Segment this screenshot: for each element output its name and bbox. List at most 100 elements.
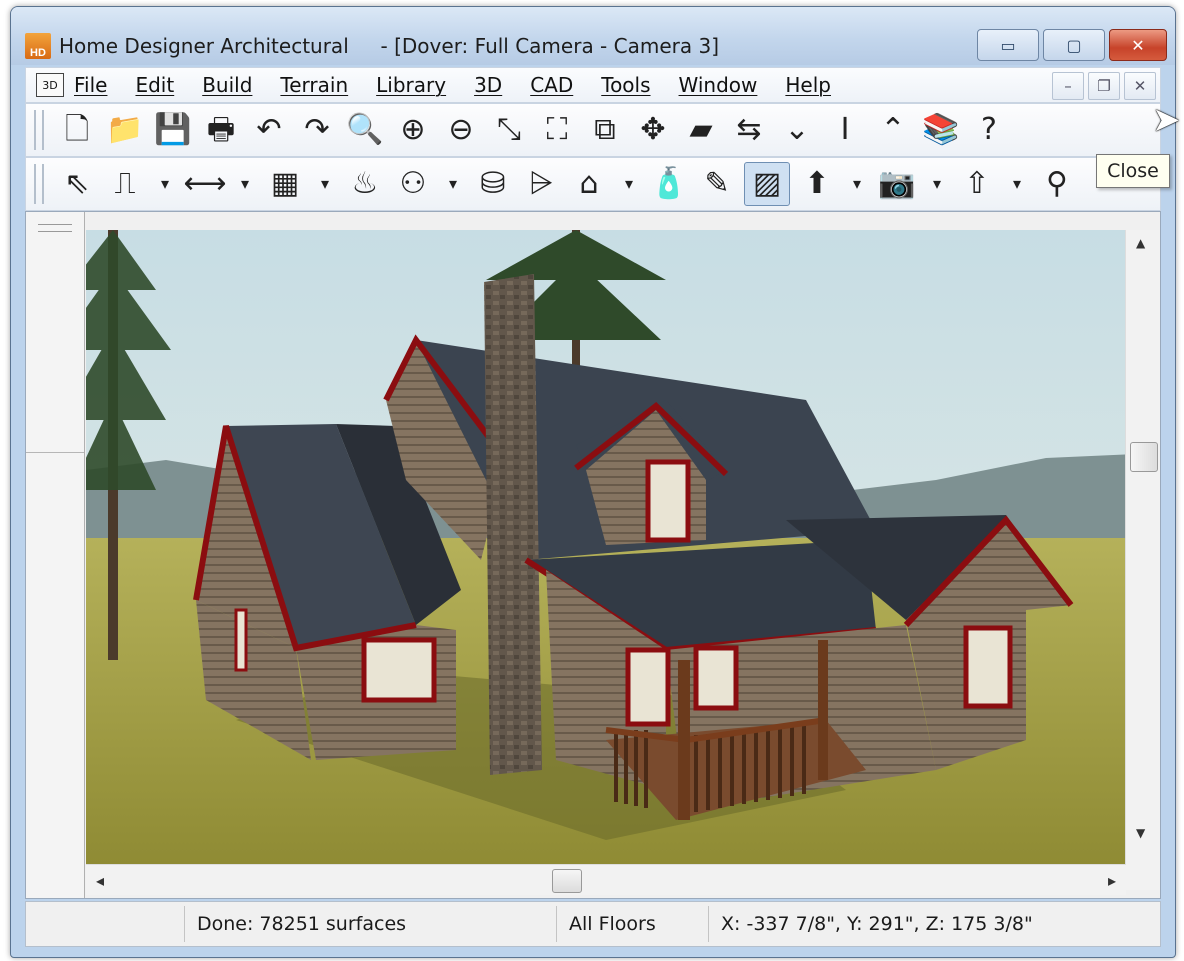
toolbar-grip[interactable] bbox=[34, 110, 44, 150]
menu-window[interactable]: Window bbox=[679, 73, 758, 97]
rendered-house-scene bbox=[86, 230, 1136, 864]
window-close-button[interactable]: ✕ bbox=[1109, 29, 1167, 61]
side-window bbox=[234, 608, 248, 672]
zoom-in-icon[interactable]: ⊕ bbox=[392, 109, 434, 151]
document-minimize-button[interactable]: – bbox=[1052, 72, 1084, 100]
menu-library[interactable]: Library bbox=[376, 73, 446, 97]
electrical-outlet-icon[interactable]: ⚇ bbox=[392, 163, 434, 205]
print-icon[interactable]: 🖶 bbox=[200, 109, 242, 151]
zoom-icon[interactable]: 🔍 bbox=[344, 109, 386, 151]
panel-grip[interactable] bbox=[38, 224, 72, 232]
title-bar[interactable]: HD Home Designer Architectural - [Dover:… bbox=[11, 7, 1175, 65]
mouse-pointer-icon: ➤ bbox=[1152, 100, 1181, 140]
window-title: Home Designer Architectural - [Dover: Fu… bbox=[59, 34, 719, 58]
document-close-button[interactable]: ✕ bbox=[1124, 72, 1156, 100]
redo-icon[interactable]: ↷ bbox=[296, 109, 338, 151]
fill-window-icon[interactable]: ⛶ bbox=[536, 109, 578, 151]
fireplace-icon[interactable]: ♨ bbox=[344, 163, 386, 205]
window-maximize-button[interactable]: ▢ bbox=[1043, 29, 1105, 61]
house-view-icon[interactable]: ⌂ bbox=[568, 163, 610, 205]
help-icon[interactable]: ? bbox=[968, 109, 1010, 151]
status-message: Done: 78251 surfaces bbox=[184, 906, 556, 942]
stone-chimney bbox=[484, 274, 542, 775]
undo-zoom-icon[interactable]: ⤡ bbox=[488, 109, 530, 151]
fill-window-building-icon[interactable]: ⧉ bbox=[584, 109, 626, 151]
dimension-icon[interactable]: ⟷ bbox=[184, 163, 227, 205]
dropdown-arrow-icon[interactable]: ▾ bbox=[440, 163, 466, 205]
right-window bbox=[963, 625, 1013, 709]
wall-tools-icon[interactable]: ⎍ bbox=[104, 163, 146, 205]
menu-cad[interactable]: CAD bbox=[530, 73, 573, 97]
vertical-scroll-thumb[interactable] bbox=[1130, 442, 1158, 472]
floor-down-icon[interactable]: ▰ bbox=[680, 109, 722, 151]
dropdown-arrow-icon[interactable]: ▾ bbox=[1004, 163, 1030, 205]
scroll-up-arrow-icon[interactable]: ▲ bbox=[1136, 236, 1145, 250]
close-tooltip: Close bbox=[1096, 154, 1170, 188]
eyedropper-icon[interactable]: ✎ bbox=[696, 163, 738, 205]
document-area: ▲ ▼ ◂ ▸ bbox=[25, 211, 1161, 899]
status-cell-empty bbox=[26, 906, 184, 942]
dropdown-arrow-icon[interactable]: ▾ bbox=[924, 163, 950, 205]
status-floors: All Floors bbox=[556, 906, 708, 942]
zoom-out-icon[interactable]: ⊖ bbox=[440, 109, 482, 151]
toolbar-grip[interactable] bbox=[34, 164, 44, 204]
library-icon[interactable]: 📚 bbox=[920, 109, 962, 151]
dropdown-arrow-icon[interactable]: ▾ bbox=[312, 163, 338, 205]
camera-tools-icon[interactable]: 📷 bbox=[876, 163, 918, 205]
cabinet-icon[interactable]: ▦ bbox=[264, 163, 306, 205]
open-folder-icon[interactable]: 📁 bbox=[104, 109, 146, 151]
window-controls: ▭ ▢ ✕ bbox=[977, 29, 1167, 61]
move-up-arrow-icon[interactable]: ⇧ bbox=[956, 163, 998, 205]
main-toolbar: 🗋 📁 💾 🖶 ↶ ↷ 🔍 ⊕ ⊖ ⤡ ⛶ ⧉ ✥ ▰ ⇆ ⌄ Ⅰ ⌃ 📚? bbox=[25, 103, 1161, 157]
menu-tools[interactable]: Tools bbox=[601, 73, 650, 97]
pan-icon[interactable]: ✥ bbox=[632, 109, 674, 151]
undo-icon[interactable]: ↶ bbox=[248, 109, 290, 151]
floor-indicator-icon[interactable]: Ⅰ bbox=[824, 109, 866, 151]
spray-paint-icon[interactable]: 🧴 bbox=[648, 163, 690, 205]
menu-terrain[interactable]: Terrain bbox=[280, 73, 348, 97]
menu-build[interactable]: Build bbox=[202, 73, 252, 97]
dropdown-arrow-icon[interactable]: ▾ bbox=[232, 163, 258, 205]
menu-3d[interactable]: 3D bbox=[474, 73, 502, 97]
plant-chooser-icon[interactable]: ⩥ bbox=[520, 163, 562, 205]
porch-window-left bbox=[625, 647, 671, 727]
dropdown-arrow-icon[interactable]: ▾ bbox=[616, 163, 642, 205]
down-one-floor-icon[interactable]: ⌄ bbox=[776, 109, 818, 151]
floor-up-icon[interactable]: ⇆ bbox=[728, 109, 770, 151]
side-panel bbox=[26, 212, 85, 898]
horizontal-scroll-thumb[interactable] bbox=[552, 869, 582, 893]
up-one-floor-icon[interactable]: ⌃ bbox=[872, 109, 914, 151]
material-eyedropper-icon[interactable]: ⛁ bbox=[472, 163, 514, 205]
material-painter-icon[interactable]: ▨ bbox=[744, 162, 790, 206]
new-file-icon[interactable]: 🗋 bbox=[56, 109, 98, 151]
menu-file[interactable]: File bbox=[74, 73, 107, 97]
porch-window-right bbox=[693, 645, 739, 711]
menu-edit[interactable]: Edit bbox=[135, 73, 174, 97]
walkthrough-icon[interactable]: ⚲ bbox=[1036, 163, 1078, 205]
status-coordinates: X: -337 7/8", Y: 291", Z: 175 3/8" bbox=[708, 906, 1162, 942]
window-minimize-button[interactable]: ▭ bbox=[977, 29, 1039, 61]
save-icon[interactable]: 💾 bbox=[152, 109, 194, 151]
camera-icon[interactable]: ⬆ bbox=[796, 163, 838, 205]
scroll-left-arrow-icon[interactable]: ◂ bbox=[96, 871, 104, 890]
document-restore-button[interactable]: ❐ bbox=[1088, 72, 1120, 100]
scroll-down-arrow-icon[interactable]: ▼ bbox=[1136, 826, 1145, 840]
dropdown-arrow-icon[interactable]: ▾ bbox=[152, 163, 178, 205]
document-window-controls: – ❐ ✕ bbox=[1052, 72, 1156, 100]
status-bar: Done: 78251 surfaces All Floors X: -337 … bbox=[25, 901, 1161, 947]
document-3d-icon[interactable]: 3D bbox=[36, 73, 64, 97]
dropdown-arrow-icon[interactable]: ▾ bbox=[844, 163, 870, 205]
select-objects-icon[interactable]: ⇖ bbox=[56, 163, 98, 205]
porch-post bbox=[678, 660, 690, 820]
3d-camera-view[interactable] bbox=[86, 230, 1136, 864]
panel-divider bbox=[26, 452, 84, 453]
menu-help[interactable]: Help bbox=[785, 73, 831, 97]
app-logo-icon: HD bbox=[25, 33, 51, 59]
front-window-pair bbox=[361, 637, 437, 703]
dormer-window bbox=[645, 459, 691, 543]
horizontal-scrollbar[interactable]: ◂ ▸ bbox=[86, 864, 1126, 895]
porch-post bbox=[818, 640, 828, 780]
scroll-right-arrow-icon[interactable]: ▸ bbox=[1108, 871, 1116, 890]
menu-bar: 3D File Edit Build Terrain Library 3D CA… bbox=[25, 67, 1161, 103]
vertical-scrollbar[interactable]: ▲ ▼ bbox=[1125, 230, 1160, 890]
